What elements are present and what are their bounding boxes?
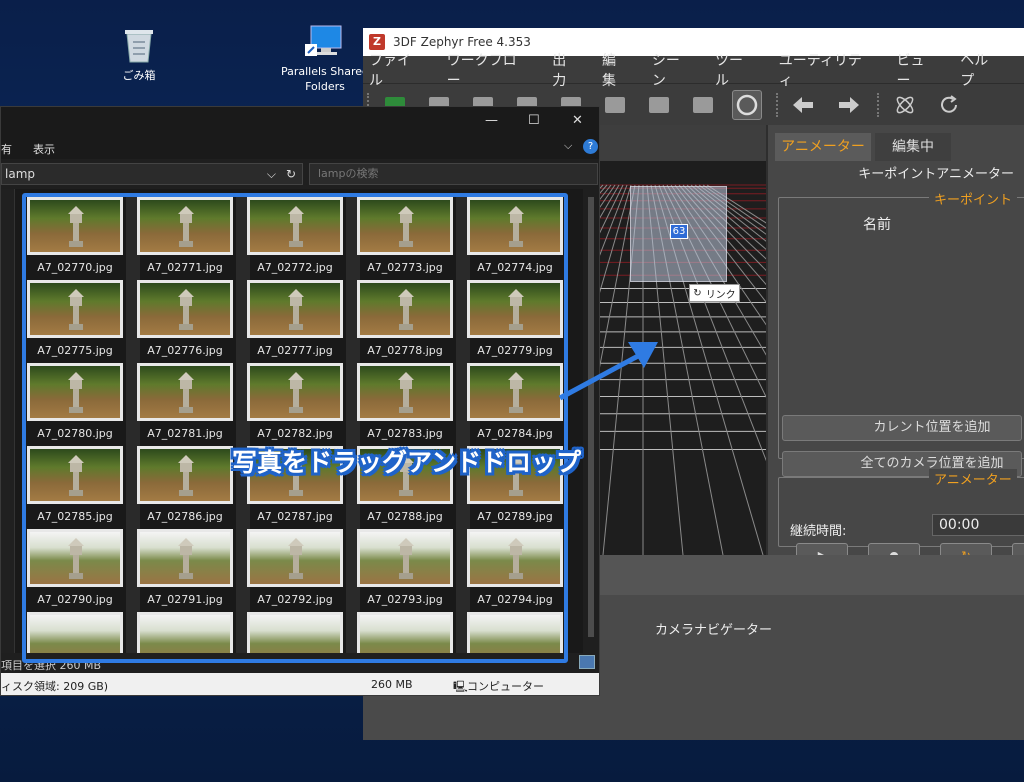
toolbar-textured-mesh-button[interactable] bbox=[644, 90, 674, 120]
orbit-icon bbox=[736, 94, 758, 115]
explorer-footer: ィスク領域: 209 GB) 260 MB 🖳 コンピューター bbox=[1, 673, 599, 695]
menu-file[interactable]: ファイル bbox=[369, 50, 425, 90]
tab-animator[interactable]: アニメーター bbox=[775, 133, 871, 161]
zephyr-menu-bar: ファイル ワークフロー 出力 編集 シーン ツール ユーティリティ ビュー ヘル… bbox=[363, 53, 1024, 89]
address-text: lamp bbox=[5, 167, 35, 181]
animator-panel: アニメーター 編集中 キーポイントアニメーター キーポイント 名前 カレント位置… bbox=[766, 125, 1024, 567]
refresh-icon[interactable]: ↻ bbox=[286, 164, 296, 184]
cube-icon bbox=[605, 96, 625, 113]
textured-cube-icon bbox=[649, 96, 669, 113]
toolbar-orbit-button[interactable] bbox=[732, 89, 762, 120]
keypoint-animator-title: キーポイントアニメーター bbox=[858, 167, 1014, 182]
chevron-down-icon[interactable]: ⌵ bbox=[564, 139, 572, 153]
recycle-bin-desktop-icon[interactable]: ごみ箱 bbox=[94, 24, 184, 83]
refresh-icon bbox=[941, 94, 957, 113]
toolbar-separator bbox=[776, 92, 779, 117]
search-input[interactable]: lampの検索 bbox=[309, 163, 598, 185]
drop-tooltip-text: リンク bbox=[705, 289, 736, 301]
arrow-left-icon bbox=[793, 96, 813, 113]
large-icons-view-icon[interactable] bbox=[579, 655, 595, 669]
navigation-pane[interactable] bbox=[1, 189, 15, 653]
help-icon[interactable]: ? bbox=[583, 139, 598, 154]
drag-selection-frame bbox=[22, 193, 568, 663]
vertical-scrollbar[interactable] bbox=[583, 189, 599, 653]
drag-and-drop-caption: 写真をドラッグアンドドロップ bbox=[232, 448, 582, 477]
toolbar-redo-button[interactable] bbox=[833, 90, 863, 120]
close-button[interactable]: ✕ bbox=[572, 113, 583, 128]
menu-utilities[interactable]: ユーティリティ bbox=[779, 50, 875, 90]
toolbar-camera-button[interactable] bbox=[688, 90, 718, 120]
ribbon-tab-share[interactable]: 有 bbox=[1, 141, 12, 157]
explorer-title-bar[interactable]: — ☐ ✕ bbox=[1, 107, 599, 135]
address-bar[interactable]: lamp ⌵ ↻ bbox=[1, 163, 303, 185]
minimize-button[interactable]: — bbox=[485, 113, 498, 128]
menu-help[interactable]: ヘルプ bbox=[960, 50, 1002, 90]
animator-group-label: アニメーター bbox=[929, 469, 1017, 488]
duration-field[interactable]: 00:00 bbox=[932, 514, 1024, 536]
recycle-bin-label: ごみ箱 bbox=[122, 69, 156, 82]
computer-icon: 🖳 bbox=[453, 680, 468, 693]
keypoint-name-header: 名前 bbox=[863, 217, 891, 233]
shared-folder-icon bbox=[305, 25, 342, 56]
drag-count-badge: 63 bbox=[670, 224, 688, 239]
location-text: コンピューター bbox=[467, 680, 544, 693]
recycle-bin-icon bbox=[125, 30, 153, 63]
menu-workflow[interactable]: ワークフロー bbox=[447, 50, 531, 90]
drop-link-tooltip: ↻ リンク bbox=[689, 284, 740, 302]
menu-scene[interactable]: シーン bbox=[652, 50, 693, 90]
drag-arrow-icon bbox=[558, 342, 658, 401]
toolbar-separator-2 bbox=[877, 92, 880, 117]
menu-export[interactable]: 出力 bbox=[552, 50, 580, 90]
link-cursor-icon: ↻ bbox=[693, 287, 702, 299]
arrow-right-icon bbox=[839, 96, 859, 113]
zephyr-logo-icon: Z bbox=[369, 34, 385, 50]
disk-space-text: ィスク領域: 209 GB) bbox=[1, 680, 109, 693]
selected-size-text: 260 MB bbox=[371, 678, 413, 691]
toolbar-undo-button[interactable] bbox=[789, 90, 819, 120]
menu-edit[interactable]: 編集 bbox=[602, 50, 630, 90]
toolbar-atom-button[interactable] bbox=[890, 90, 920, 120]
tab-editing[interactable]: 編集中 bbox=[875, 133, 951, 161]
address-dropdown-icon[interactable]: ⌵ bbox=[267, 164, 276, 184]
maximize-button[interactable]: ☐ bbox=[528, 113, 540, 128]
add-current-position-button[interactable]: カレント位置を追加 bbox=[782, 415, 1022, 441]
duration-label: 継続時間: bbox=[790, 524, 847, 539]
zephyr-window-title: 3DF Zephyr Free 4.353 bbox=[393, 35, 531, 49]
menu-view[interactable]: ビュー bbox=[897, 50, 939, 90]
atom-icon bbox=[896, 96, 914, 113]
menu-tools[interactable]: ツール bbox=[715, 50, 757, 90]
parallels-shared-folders-desktop-icon[interactable]: Parallels Shared Folders bbox=[280, 24, 370, 94]
keypoint-group-label: キーポイント bbox=[929, 189, 1018, 208]
ribbon-tab-view[interactable]: 表示 bbox=[33, 141, 55, 157]
explorer-address-row: lamp ⌵ ↻ lampの検索 bbox=[1, 159, 599, 189]
parallels-shared-folders-label: Parallels Shared Folders bbox=[280, 65, 370, 93]
scrollbar-thumb[interactable] bbox=[588, 197, 594, 637]
explorer-ribbon: 有 表示 ⌵ ? bbox=[1, 135, 599, 159]
toolbar-cube-button[interactable] bbox=[600, 90, 630, 120]
toolbar-refresh-button[interactable] bbox=[934, 90, 964, 120]
camera-icon bbox=[693, 96, 713, 113]
